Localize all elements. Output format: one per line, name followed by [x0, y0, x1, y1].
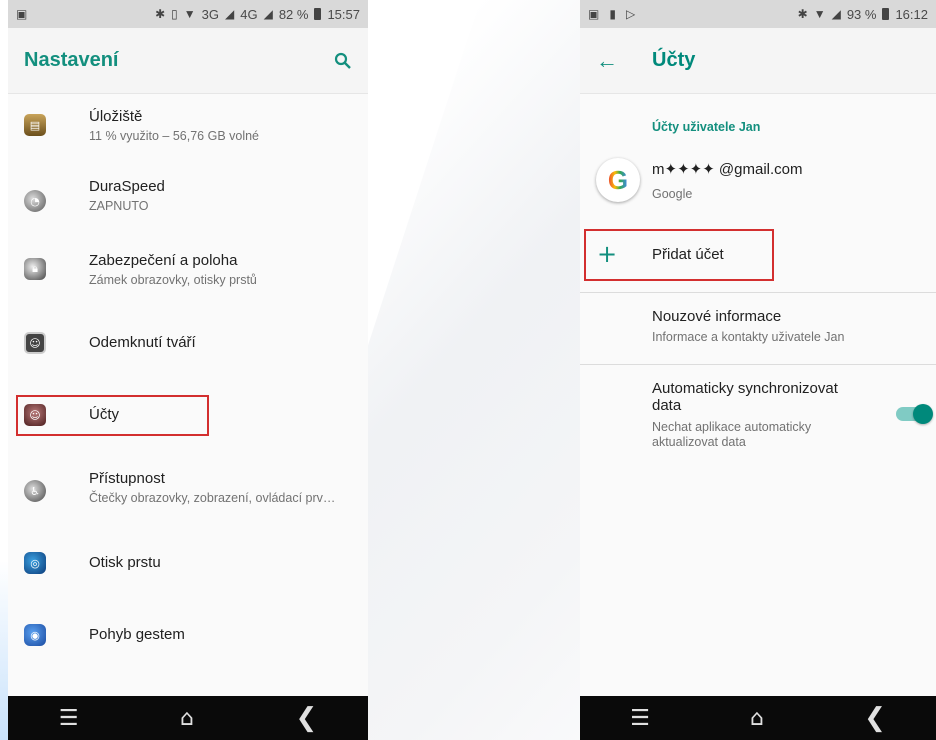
emergency-info-subtitle: Informace a kontakty uživatele Jan	[652, 330, 845, 344]
auto-sync-title: Automaticky synchronizovat	[652, 380, 838, 397]
settings-item-title: DuraSpeed	[89, 178, 165, 195]
settings-item-title: Odemknutí tváří	[89, 334, 196, 351]
status-bar: ▣ ▮ ▷ ✱ ▼ ◢ 93 % 16:12	[580, 0, 936, 28]
settings-item-subtitle: Zámek obrazovky, otisky prstů	[89, 273, 257, 287]
settings-item-title: Otisk prstu	[89, 554, 161, 571]
sim-icon: ▮	[609, 7, 616, 21]
image-icon: ▣	[588, 7, 600, 21]
divider	[580, 364, 936, 365]
plus-icon: +	[597, 240, 618, 268]
auto-sync-subtitle-line2: aktualizovat data	[652, 435, 746, 449]
home-icon[interactable]: ⌂	[750, 706, 764, 731]
settings-item-fingerprint[interactable]: ◎ Otisk prstu	[8, 544, 368, 596]
add-account-button[interactable]: + Přidat účet	[580, 228, 936, 284]
emergency-info-item[interactable]: Nouzové informace Informace a kontakty u…	[652, 308, 844, 344]
fingerprint-icon: ◎	[24, 552, 46, 574]
emergency-info-title: Nouzové informace	[652, 308, 782, 325]
back-icon[interactable]: ❮	[295, 703, 317, 733]
settings-item-accessibility[interactable]: ♿︎ Přístupnost Čtečky obrazovky, zobraze…	[8, 466, 368, 522]
settings-item-gesture[interactable]: ◉ Pohyb gestem	[8, 616, 368, 668]
settings-item-accounts[interactable]: ☺ Účty	[8, 390, 368, 442]
app-bar: Nastavení	[8, 28, 368, 94]
settings-item-title: Přístupnost	[89, 470, 165, 487]
accessibility-icon: ♿︎	[24, 480, 46, 502]
network-4g-label: 4G	[240, 6, 258, 22]
search-icon[interactable]	[334, 52, 352, 70]
duraspeed-icon: ◔	[24, 190, 46, 212]
wifi-icon: ▼	[813, 7, 826, 21]
status-time: 15:57	[327, 6, 360, 22]
settings-item-security[interactable]: 🔒︎ Zabezpečení a poloha Zámek obrazovky,…	[8, 246, 368, 302]
storage-icon: ▤	[24, 114, 46, 136]
settings-item-subtitle: 11 % využito – 56,76 GB volné	[89, 129, 260, 143]
account-row[interactable]: G m✦✦✦✦ @gmail.com Google	[580, 150, 936, 214]
bluetooth-icon: ✱	[797, 7, 808, 21]
settings-item-duraspeed[interactable]: ◔ DuraSpeed ZAPNUTO	[8, 172, 368, 228]
account-email: m✦✦✦✦ @gmail.com	[652, 161, 803, 178]
navigation-bar: ☰ ⌂ ❮	[8, 696, 368, 740]
security-lock-icon: 🔒︎	[24, 258, 46, 280]
settings-item-title: Zabezpečení a poloha	[89, 252, 238, 269]
status-bar: ▣ ✱ ▯ ▼ 3G ◢ 4G ◢ 82 % 15:57	[8, 0, 368, 28]
menu-icon[interactable]: ☰	[59, 706, 79, 731]
bluetooth-icon: ✱	[155, 7, 166, 21]
right-phone-screen: ▣ ▮ ▷ ✱ ▼ ◢ 93 % 16:12 ← Účty Účty uživa…	[580, 0, 936, 740]
gesture-icon: ◉	[24, 624, 46, 646]
divider	[580, 292, 936, 293]
toggle-knob	[913, 404, 933, 424]
battery-icon	[314, 8, 322, 20]
battery-icon	[882, 8, 890, 20]
auto-sync-title-line2: data	[652, 397, 682, 414]
play-store-icon: ▷	[625, 7, 636, 21]
settings-item-title: Úložiště	[89, 108, 143, 125]
signal-icon: ◢	[225, 7, 235, 21]
vibrate-icon: ▯	[171, 7, 178, 21]
settings-item-storage[interactable]: ▤ Úložiště 11 % využito – 56,76 GB volné	[8, 102, 368, 158]
account-provider: Google	[652, 187, 693, 201]
face-unlock-icon: ☺	[24, 332, 46, 354]
wifi-icon: ▼	[183, 7, 196, 21]
settings-item-subtitle: ZAPNUTO	[89, 199, 149, 213]
back-icon[interactable]: ❮	[864, 703, 886, 733]
auto-sync-item[interactable]: Automaticky synchronizovat data Nechat a…	[652, 380, 852, 450]
status-time: 16:12	[895, 6, 928, 22]
auto-sync-toggle[interactable]	[896, 404, 933, 424]
app-bar: ← Účty	[580, 28, 936, 94]
back-arrow-icon[interactable]: ←	[596, 48, 636, 74]
menu-icon[interactable]: ☰	[630, 706, 650, 731]
page-title: Účty	[652, 49, 696, 71]
battery-percent: 82 %	[278, 6, 309, 22]
add-account-label: Přidat účet	[652, 246, 724, 263]
accounts-icon: ☺	[24, 404, 46, 426]
left-phone-screen: ▣ ✱ ▯ ▼ 3G ◢ 4G ◢ 82 % 15:57 Nastavení ▤…	[8, 0, 368, 740]
image-icon: ▣	[16, 7, 28, 21]
page-title: Nastavení	[24, 49, 119, 71]
auto-sync-subtitle: Nechat aplikace automaticky	[652, 420, 812, 434]
battery-percent: 93 %	[846, 6, 877, 22]
section-header: Účty uživatele Jan	[652, 120, 761, 134]
settings-item-subtitle: Čtečky obrazovky, zobrazení, ovládací pr…	[89, 491, 336, 505]
settings-item-title: Účty	[89, 406, 119, 423]
signal-icon: ◢	[831, 7, 841, 21]
network-3g-label: 3G	[201, 6, 219, 22]
settings-item-face-unlock[interactable]: ☺ Odemknutí tváří	[8, 318, 368, 370]
navigation-bar: ☰ ⌂ ❮	[580, 696, 936, 740]
home-icon[interactable]: ⌂	[180, 706, 194, 731]
settings-item-title: Pohyb gestem	[89, 626, 185, 643]
signal-icon: ◢	[263, 7, 273, 21]
google-logo-icon: G	[596, 158, 640, 202]
